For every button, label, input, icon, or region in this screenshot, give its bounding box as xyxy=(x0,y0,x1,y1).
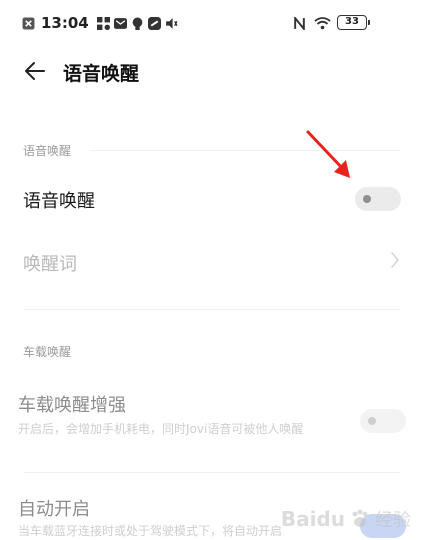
row-subtitle-car-wake-enhance: 开启后，会增加手机耗电，同时Jovi语音可被他人唤醒 xyxy=(18,422,304,436)
nfc-icon xyxy=(294,16,305,30)
row-title-voice-wake: 语音唤醒 xyxy=(23,191,95,212)
voice-wake-toggle[interactable] xyxy=(355,187,401,211)
header: 语音唤醒 xyxy=(0,48,423,96)
car-wake-enhance-toggle[interactable] xyxy=(360,409,406,433)
status-bar: 13:04 33 xyxy=(0,0,423,44)
section-divider xyxy=(23,472,401,473)
paw-icon xyxy=(352,509,368,527)
status-left: 13:04 xyxy=(22,14,178,32)
close-box-icon xyxy=(22,17,35,29)
page-title: 语音唤醒 xyxy=(63,63,140,85)
row-title-auto-enable: 自动开启 xyxy=(18,499,90,520)
row-title-wake-word[interactable]: 唤醒词 xyxy=(23,250,77,276)
wifi-icon xyxy=(314,17,331,30)
watermark-brand: Baidu xyxy=(280,507,345,531)
volume-mute-icon xyxy=(165,17,178,29)
section-label-car-wake: 车载唤醒 xyxy=(23,345,72,359)
app-notification-icon xyxy=(96,16,110,30)
battery-indicator: 33 xyxy=(337,15,370,30)
watermark: Baidu 经验 xyxy=(281,506,411,532)
mail-icon xyxy=(113,17,127,29)
bulb-icon xyxy=(132,17,143,30)
chevron-right-icon[interactable] xyxy=(389,250,401,270)
status-right xyxy=(293,14,331,32)
toggle-knob xyxy=(368,417,376,425)
toggle-knob xyxy=(363,195,371,203)
row-title-car-wake-enhance: 车载唤醒增强 xyxy=(18,395,126,416)
annotation-arrow-icon xyxy=(306,130,350,178)
back-arrow-icon[interactable] xyxy=(22,58,48,84)
app-icon xyxy=(147,16,161,30)
watermark-suffix: 经验 xyxy=(375,510,411,531)
status-time: 13:04 xyxy=(41,14,89,32)
section-divider xyxy=(23,309,401,310)
section-label-voice-wake: 语音唤醒 xyxy=(23,144,72,158)
